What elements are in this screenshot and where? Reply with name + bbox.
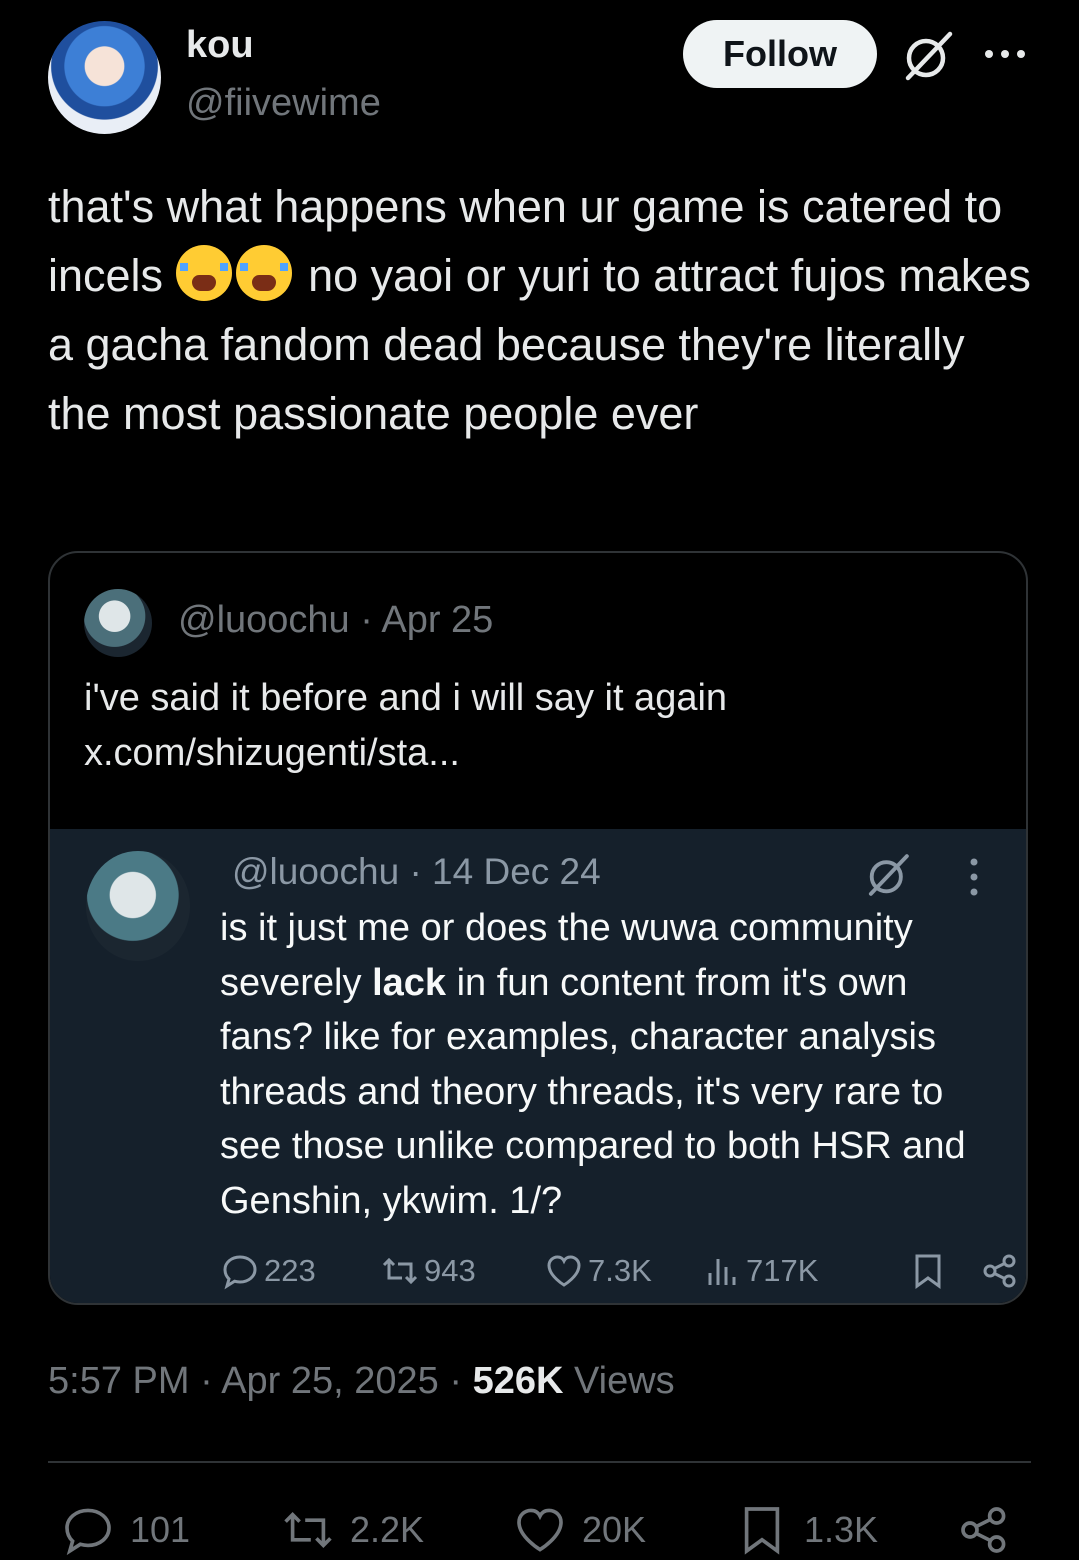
follow-button[interactable]: Follow: [683, 20, 877, 88]
share-icon: [983, 1254, 1016, 1288]
heart-icon: [547, 1255, 581, 1287]
embed-likes-count: 7.3K: [588, 1253, 652, 1288]
loudly-crying-face-icon: [175, 245, 232, 301]
loudly-crying-face-icon: [235, 245, 292, 301]
bookmark-count: 1.3K: [804, 1509, 879, 1550]
embed-views: 717K: [702, 1249, 818, 1293]
embed-text-bold: lack: [372, 961, 447, 1004]
embed-text: is it just me or does the wuwa community…: [220, 901, 1010, 1228]
repost-count: 2.2K: [350, 1509, 425, 1550]
divider: [48, 1461, 1031, 1463]
quote-author-avatar: [84, 589, 152, 657]
repost-icon: [382, 1257, 418, 1285]
reply-icon: [223, 1255, 257, 1290]
bookmark-button[interactable]: 1.3K: [734, 1500, 878, 1560]
reply-button[interactable]: 101: [60, 1500, 190, 1560]
embed-likes: 7.3K: [544, 1249, 652, 1293]
author-avatar[interactable]: [48, 21, 161, 134]
like-count: 20K: [582, 1509, 647, 1550]
grok-icon[interactable]: [900, 28, 956, 84]
embed-replies-count: 223: [264, 1253, 316, 1288]
embed-views-count: 717K: [746, 1253, 819, 1288]
repost-icon: [284, 1512, 332, 1548]
embed-reposts: 943: [380, 1249, 476, 1293]
embed-reposts-count: 943: [424, 1253, 476, 1288]
author-display-name[interactable]: kou: [186, 24, 254, 67]
tweet-timestamp: 5:57 PM · Apr 25, 2025 · 526K Views: [48, 1360, 675, 1403]
bookmark-icon: [915, 1254, 941, 1289]
bookmark-icon: [744, 1507, 780, 1555]
quote-header: @luoochu · Apr 25: [178, 599, 494, 641]
tweet-text: that's what happens when ur game is cate…: [48, 172, 1038, 448]
share-button[interactable]: [956, 1500, 1012, 1560]
tweet-actions: 101 2.2K 20K 1.3K: [48, 1500, 1031, 1560]
heart-icon: [517, 1508, 563, 1552]
more-options-icon[interactable]: [982, 40, 1028, 68]
embed-author-avatar: [86, 851, 190, 961]
quote-text: i've said it before and i will say it ag…: [84, 677, 728, 774]
kebab-menu-icon: [970, 858, 978, 896]
embed-replies: 223: [220, 1249, 316, 1293]
repost-button[interactable]: 2.2K: [280, 1500, 424, 1560]
embedded-tweet-screenshot: @luoochu · 14 Dec 24 is it just me or do…: [50, 829, 1026, 1303]
share-icon: [961, 1507, 1006, 1553]
reply-count: 101: [130, 1509, 191, 1550]
grok-icon: [868, 854, 909, 896]
embed-header: @luoochu · 14 Dec 24: [232, 851, 601, 892]
embed-actions: 223 943 7.3K 717K: [220, 1249, 1016, 1293]
like-button[interactable]: 20K: [512, 1500, 646, 1560]
views-icon: [708, 1259, 736, 1285]
reply-icon: [65, 1508, 111, 1556]
quote-tweet-card[interactable]: @luoochu · Apr 25 i've said it before an…: [48, 551, 1028, 1305]
tweet-time-date[interactable]: 5:57 PM · Apr 25, 2025 ·: [48, 1360, 473, 1402]
author-handle[interactable]: @fiivewime: [186, 82, 381, 125]
tweet-views-label: Views: [563, 1360, 675, 1402]
tweet-views-count: 526K: [472, 1360, 564, 1402]
